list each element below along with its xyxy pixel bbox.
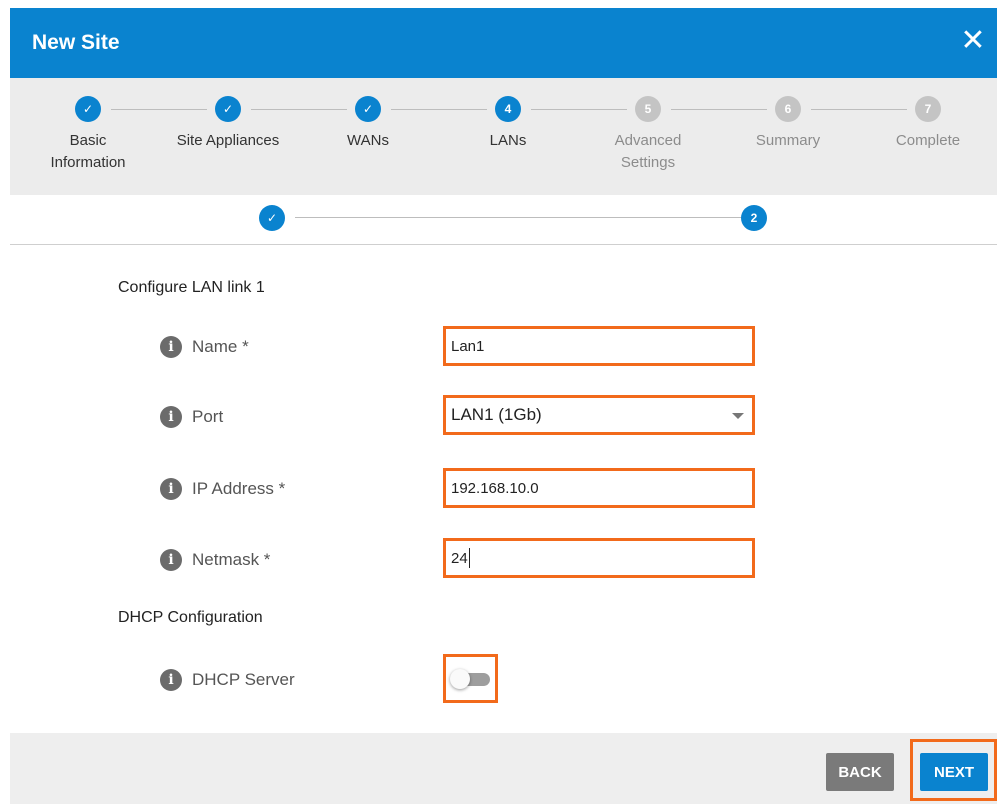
info-icon[interactable]: i (160, 549, 182, 571)
dhcp-server-toggle[interactable] (443, 654, 498, 703)
dialog-title: New Site (32, 31, 120, 54)
netmask-value: 24 (451, 549, 468, 567)
step-number: 7 (915, 96, 941, 122)
step-complete: 7 Complete (863, 96, 993, 152)
step-number: 4 (495, 96, 521, 122)
step-number: 6 (775, 96, 801, 122)
section-title-lan: Configure LAN link 1 (118, 279, 265, 296)
port-select[interactable]: LAN1 (1Gb) (443, 395, 755, 435)
ip-value: 192.168.10.0 (451, 479, 539, 497)
step-label: Basic Information (50, 132, 126, 171)
substep-connector (295, 217, 743, 218)
step-label: Complete (895, 132, 961, 149)
info-icon[interactable]: i (160, 478, 182, 500)
info-icon[interactable]: i (160, 336, 182, 358)
wizard-stepper: ✓ Basic Information ✓ Site Appliances ✓ … (10, 78, 997, 195)
section-title-dhcp: DHCP Configuration (118, 609, 263, 626)
step-label: Summary (755, 132, 821, 149)
info-icon[interactable]: i (160, 669, 182, 691)
toggle-knob (450, 669, 470, 689)
substep-number[interactable]: 2 (741, 205, 767, 231)
port-value: LAN1 (1Gb) (451, 405, 542, 424)
step-label: Advanced Settings (614, 132, 682, 171)
step-label: Site Appliances (176, 132, 280, 149)
ip-label: IP Address * (192, 479, 286, 498)
check-icon: ✓ (215, 96, 241, 122)
netmask-label: Netmask * (192, 550, 271, 569)
step-lans[interactable]: 4 LANs (443, 96, 573, 152)
top-band (0, 0, 997, 8)
step-label: LANs (489, 132, 527, 149)
port-label: Port (192, 407, 224, 426)
name-label-row: i Name * (160, 336, 249, 358)
step-number: 5 (635, 96, 661, 122)
info-icon[interactable]: i (160, 406, 182, 428)
back-button[interactable]: BACK (826, 753, 894, 791)
close-icon[interactable]: ✕ (957, 25, 989, 57)
step-summary: 6 Summary (723, 96, 853, 152)
text-cursor (468, 548, 470, 568)
check-icon[interactable]: ✓ (259, 205, 285, 231)
dhcp-label-row: i DHCP Server (160, 669, 295, 691)
step-site-appliances[interactable]: ✓ Site Appliances (163, 96, 293, 152)
step-advanced-settings: 5 Advanced Settings (583, 96, 713, 174)
dialog-header: New Site ✕ (10, 8, 997, 78)
step-wans[interactable]: ✓ WANs (303, 96, 433, 152)
next-button-highlight: NEXT (910, 739, 997, 801)
dialog-footer: BACK NEXT (10, 733, 997, 804)
step-label: WANs (347, 132, 389, 149)
chevron-down-icon (732, 413, 744, 419)
ip-address-field[interactable]: 192.168.10.0 (443, 468, 755, 508)
name-label: Name * (192, 337, 249, 356)
ip-label-row: i IP Address * (160, 478, 285, 500)
next-button[interactable]: NEXT (920, 753, 988, 791)
port-label-row: i Port (160, 406, 223, 428)
step-basic-information[interactable]: ✓ Basic Information (23, 96, 153, 174)
lan-substepper: ✓ 2 (10, 195, 997, 245)
name-value: Lan1 (451, 337, 485, 355)
check-icon: ✓ (355, 96, 381, 122)
name-field[interactable]: Lan1 (443, 326, 755, 366)
dhcp-server-label: DHCP Server (192, 670, 295, 689)
netmask-field[interactable]: 24 (443, 538, 755, 578)
netmask-label-row: i Netmask * (160, 549, 270, 571)
check-icon: ✓ (75, 96, 101, 122)
